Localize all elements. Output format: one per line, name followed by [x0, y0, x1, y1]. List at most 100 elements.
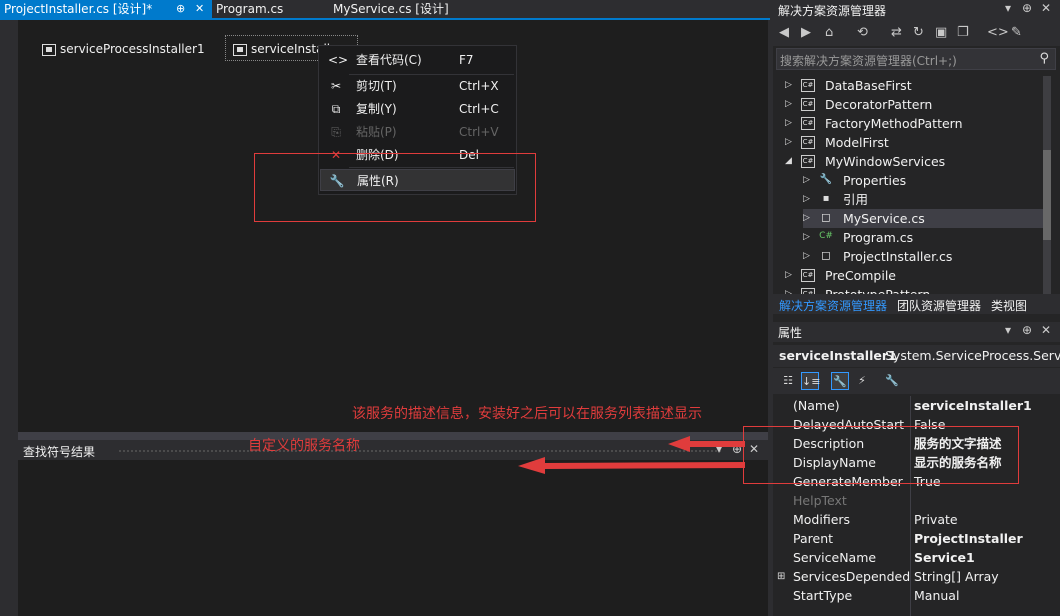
references-icon: ▪ — [822, 193, 830, 204]
expand-arrow-icon[interactable]: ▷ — [785, 114, 792, 133]
property-name: ServicesDependedO — [793, 569, 911, 584]
property-value[interactable]: Manual — [914, 586, 959, 605]
object-selector[interactable]: serviceInstaller1 System.ServiceProcess.… — [773, 345, 1060, 367]
back-icon[interactable]: ◀ — [779, 25, 789, 40]
tree-item-label: DataBaseFirst — [825, 78, 912, 93]
tree-item-label: DecoratorPattern — [825, 97, 933, 112]
service-file-icon: ◻ — [821, 248, 831, 262]
property-value[interactable]: Service1 — [914, 548, 975, 567]
object-type: System.ServiceProcess.Serv — [885, 348, 1060, 363]
dropdown-icon[interactable]: ▾ — [1005, 323, 1011, 337]
properties-toolbar: ☷ ↓≡ 🔧 ⚡ 🔧 — [773, 368, 1060, 394]
service-file-icon: ◻ — [821, 210, 831, 224]
expand-arrow-icon[interactable]: ▷ — [803, 190, 810, 209]
collapse-arrow-icon[interactable]: ◢ — [785, 152, 792, 171]
property-name: HelpText — [793, 493, 847, 508]
tree-item[interactable]: ▷ C# PreCompile — [785, 266, 1043, 285]
pin-icon[interactable]: ⊕ — [1022, 323, 1032, 337]
tree-item[interactable]: ▷ C# DataBaseFirst — [785, 76, 1043, 95]
expand-arrow-icon[interactable]: ▷ — [803, 209, 810, 228]
show-all-icon[interactable]: ❐ — [957, 25, 969, 40]
panel-title: 解决方案资源管理器 — [778, 4, 887, 18]
close-icon[interactable]: ✕ — [1041, 323, 1051, 337]
property-value[interactable]: Private — [914, 510, 958, 529]
tree-item[interactable]: ◢ C# MyWindowServices — [785, 152, 1043, 171]
tree-item-selected[interactable]: ▷ ◻ MyService.cs — [803, 209, 1043, 228]
expand-arrow-icon[interactable]: ▷ — [785, 76, 792, 95]
solution-explorer-toolbar: ◀ ▶ ⌂ ⟲ ⇄ ↻ ▣ ❐ <> ✎ — [773, 20, 1060, 46]
wrench-icon: 🔧 — [819, 174, 833, 185]
csharp-project-icon: C# — [801, 79, 815, 92]
tree-item-label: PreCompile — [825, 268, 896, 283]
pin-icon[interactable]: ⊕ — [1022, 1, 1032, 15]
tree-item[interactable]: ▷ C# ModelFirst — [785, 133, 1043, 152]
property-name: (Name) — [793, 398, 840, 413]
wrench-icon[interactable]: ✎ — [1011, 25, 1022, 40]
events-icon[interactable]: ⚡ — [853, 372, 871, 390]
expand-plus-icon[interactable]: ⊞ — [777, 567, 785, 586]
property-row[interactable]: (Name) serviceInstaller1 — [773, 396, 1060, 415]
property-row[interactable]: ServiceName Service1 — [773, 548, 1060, 567]
csharp-file-icon: C# — [819, 231, 833, 241]
property-row[interactable]: Parent ProjectInstaller — [773, 529, 1060, 548]
home-icon[interactable]: ⌂ — [825, 25, 833, 40]
tree-scrollbar-thumb[interactable] — [1043, 150, 1051, 240]
tree-item[interactable]: ▷ 🔧 Properties — [803, 171, 1043, 190]
solution-search-input[interactable]: 搜索解决方案资源管理器(Ctrl+;) ⚲ — [776, 48, 1056, 70]
expand-arrow-icon[interactable]: ▷ — [803, 228, 810, 247]
tree-item[interactable]: ▷ C# FactoryMethodPattern — [785, 114, 1043, 133]
collapse-icon[interactable]: ▣ — [935, 25, 947, 40]
expand-arrow-icon[interactable]: ▷ — [785, 133, 792, 152]
history-icon[interactable]: ⟲ — [857, 25, 868, 40]
refresh-icon[interactable]: ↻ — [913, 25, 924, 40]
tree-item-label: PrototypePattern — [825, 285, 930, 294]
tree-item-label: MyService.cs — [843, 211, 925, 226]
dropdown-icon[interactable]: ▾ — [1005, 1, 1011, 15]
tree-item[interactable]: ▷ C# Program.cs — [803, 228, 1043, 247]
expand-arrow-icon[interactable]: ▷ — [785, 95, 792, 114]
tab-solution-explorer[interactable]: 解决方案资源管理器 — [779, 297, 887, 314]
alphabetical-icon[interactable]: ↓≡ — [801, 372, 820, 390]
tree-item[interactable]: ▷ ◻ ProjectInstaller.cs — [803, 247, 1043, 266]
solution-tree: ▷ C# DataBaseFirst ▷ C# DecoratorPattern ▷ C#… — [773, 76, 1043, 294]
csharp-project-icon: C# — [801, 117, 815, 130]
object-name: serviceInstaller1 — [779, 348, 897, 363]
property-value[interactable]: String[] Array — [914, 567, 999, 586]
property-row[interactable]: StartType Manual — [773, 586, 1060, 605]
close-icon[interactable]: ✕ — [1041, 1, 1051, 15]
categorized-icon[interactable]: ☷ — [779, 372, 797, 390]
sync-icon[interactable]: ⇄ — [891, 25, 902, 40]
search-icon[interactable]: ⚲ — [1039, 51, 1049, 66]
property-name: StartType — [793, 588, 853, 603]
tab-class-view[interactable]: 类视图 — [991, 297, 1027, 314]
tree-item-label: 引用 — [843, 192, 869, 207]
expand-arrow-icon[interactable]: ▷ — [785, 266, 792, 285]
panel-title: 属性 — [778, 326, 803, 340]
property-row[interactable]: Modifiers Private — [773, 510, 1060, 529]
expand-arrow-icon[interactable]: ▷ — [785, 285, 792, 294]
search-placeholder: 搜索解决方案资源管理器(Ctrl+;) — [780, 54, 957, 68]
properties-icon[interactable]: 🔧 — [831, 372, 849, 390]
property-value[interactable]: ProjectInstaller — [914, 529, 1023, 548]
tree-item-label: MyWindowServices — [825, 154, 946, 169]
code-icon[interactable]: <> — [987, 25, 1009, 40]
property-value[interactable]: serviceInstaller1 — [914, 396, 1032, 415]
csharp-project-icon: C# — [801, 98, 815, 111]
expand-arrow-icon[interactable]: ▷ — [803, 247, 810, 266]
property-pages-icon: 🔧 — [885, 374, 899, 387]
property-row[interactable]: HelpText — [773, 491, 1060, 510]
forward-icon[interactable]: ▶ — [801, 25, 811, 40]
property-row[interactable]: ⊞ ServicesDependedO String[] Array — [773, 567, 1060, 586]
solution-explorer-titlebar: 解决方案资源管理器 ▾ ⊕ ✕ — [773, 0, 1060, 20]
expand-arrow-icon[interactable]: ▷ — [803, 171, 810, 190]
tab-team-explorer[interactable]: 团队资源管理器 — [897, 297, 981, 314]
tree-item-label: ModelFirst — [825, 135, 889, 150]
property-name: Modifiers — [793, 512, 851, 527]
tree-item[interactable]: ▷C#PrototypePattern — [785, 285, 1043, 294]
annotation-highlight-box — [743, 426, 1019, 484]
explorer-bottom-tabs: 解决方案资源管理器 团队资源管理器 类视图 — [773, 294, 1060, 314]
tree-item[interactable]: ▷ C# DecoratorPattern — [785, 95, 1043, 114]
arrow-description — [668, 436, 745, 452]
tree-item[interactable]: ▷ ▪ 引用 — [803, 190, 1043, 209]
property-name: ServiceName — [793, 550, 877, 565]
